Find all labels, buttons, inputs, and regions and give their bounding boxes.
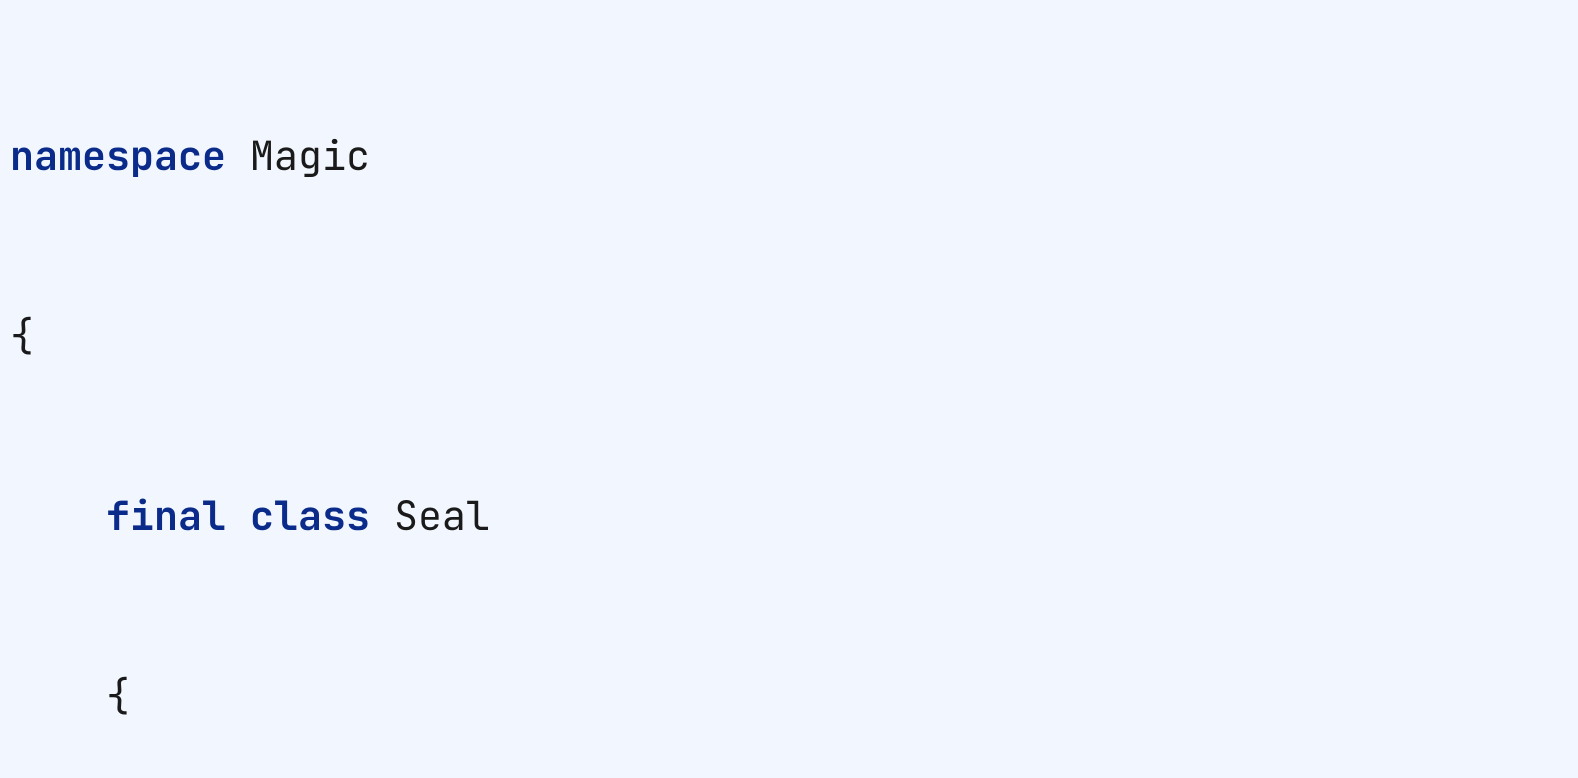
code-editor-viewport[interactable]: namespace Magic { final class Seal { pri… — [0, 0, 1578, 778]
keyword-class: class — [250, 489, 370, 542]
code-line: { — [10, 666, 1568, 726]
code-line: namespace Magic — [10, 126, 1568, 186]
class-name: Seal — [394, 489, 490, 542]
code-line: { — [10, 306, 1568, 366]
keyword-final: final — [106, 489, 226, 542]
brace-open: { — [10, 309, 34, 362]
keyword-namespace: namespace — [10, 129, 226, 182]
code-line: final class Seal — [10, 486, 1568, 546]
brace-open: { — [106, 669, 130, 722]
namespace-name: Magic — [250, 129, 370, 182]
